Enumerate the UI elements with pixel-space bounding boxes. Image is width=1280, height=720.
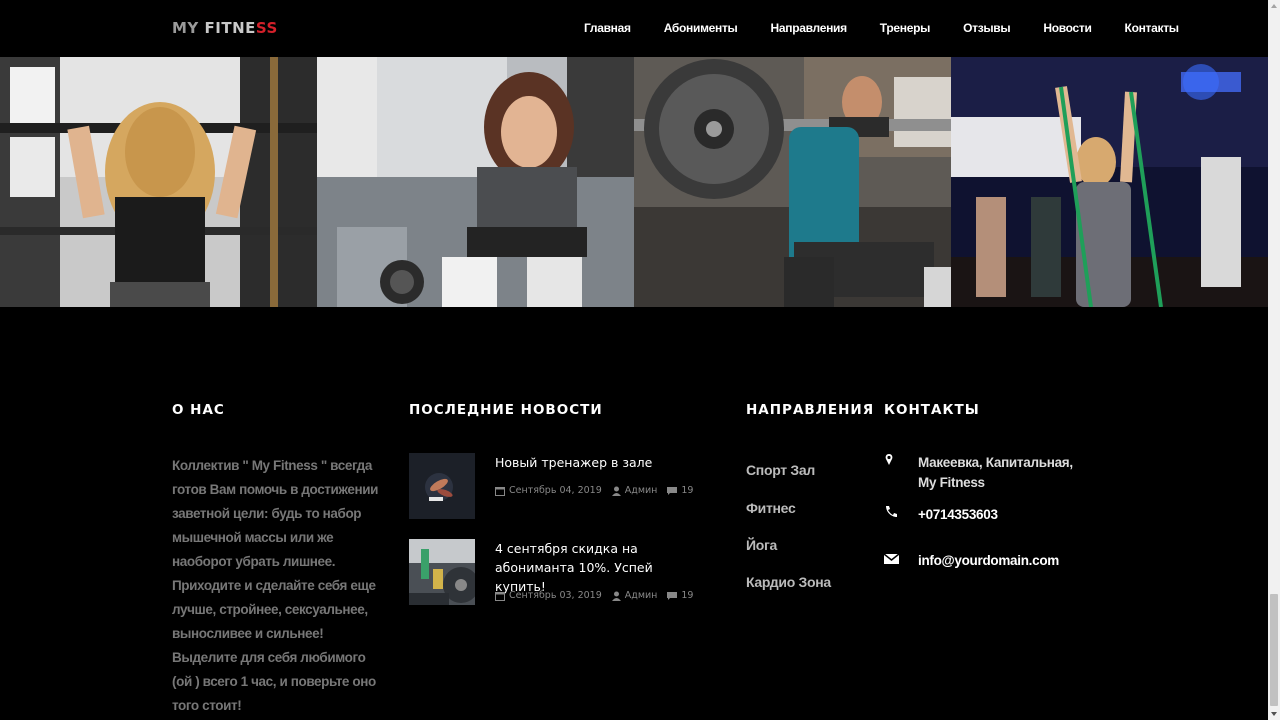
site-logo[interactable]: MY FITNESS bbox=[172, 19, 278, 37]
nav-subscriptions[interactable]: Абонименты bbox=[664, 21, 738, 35]
news-date: Сентябрь 03, 2019 bbox=[495, 590, 602, 601]
logo-text-my: MY bbox=[172, 19, 205, 37]
nav-home[interactable]: Главная bbox=[584, 21, 631, 35]
site-footer: О НАС Коллектив " My Fitness " всегда го… bbox=[0, 307, 1268, 720]
envelope-icon bbox=[884, 553, 900, 564]
site-header: MY FITNESS Главная Абонименты Направлени… bbox=[0, 0, 1268, 57]
news-author[interactable]: Админ bbox=[611, 485, 658, 496]
calendar-icon bbox=[495, 486, 505, 496]
news-item-title[interactable]: 4 сентября скидка на абониманта 10%. Усп… bbox=[495, 539, 705, 596]
about-text: Коллектив " My Fitness " всегда готов Ва… bbox=[172, 458, 379, 713]
news-item[interactable]: 4 сентября скидка на абониманта 10%. Усп… bbox=[409, 539, 709, 607]
news-thumbnail[interactable] bbox=[409, 453, 475, 519]
direction-link-cardio[interactable]: Кардио Зона bbox=[746, 574, 831, 590]
contacts-title: КОНТАКТЫ bbox=[884, 402, 980, 418]
contact-email-text[interactable]: info@yourdomain.com bbox=[918, 551, 1088, 571]
news-item[interactable]: Новый тренажер в зале Сентябрь 04, 2019 … bbox=[409, 453, 709, 521]
gallery-photo-pullup[interactable] bbox=[0, 57, 317, 307]
news-comments-count: 19 bbox=[681, 485, 694, 496]
news-item-title[interactable]: Новый тренажер в зале bbox=[495, 453, 705, 472]
direction-link-gym[interactable]: Спорт Зал bbox=[746, 462, 815, 478]
map-marker-icon bbox=[885, 454, 893, 465]
nav-directions[interactable]: Направления bbox=[771, 21, 848, 35]
comment-icon bbox=[667, 591, 678, 600]
news-date-text: Сентябрь 03, 2019 bbox=[509, 590, 602, 601]
direction-link-yoga[interactable]: Йога bbox=[746, 537, 777, 553]
nav-news[interactable]: Новости bbox=[1043, 21, 1092, 35]
comment-icon bbox=[667, 486, 678, 495]
nav-reviews[interactable]: Отзывы bbox=[963, 21, 1011, 35]
user-icon bbox=[611, 591, 621, 601]
about-title: О НАС bbox=[172, 402, 225, 418]
nav-trainers[interactable]: Тренеры bbox=[880, 21, 931, 35]
news-date: Сентябрь 04, 2019 bbox=[495, 485, 602, 496]
scroll-down-arrow-icon[interactable] bbox=[1268, 708, 1280, 720]
news-author-text: Админ bbox=[624, 590, 658, 601]
nav-contacts[interactable]: Контакты bbox=[1125, 21, 1179, 35]
phone-icon bbox=[886, 506, 897, 517]
contact-phone-text[interactable]: +0714353603 bbox=[918, 505, 1088, 525]
news-title: ПОСЛЕДНИЕ НОВОСТИ bbox=[409, 402, 603, 418]
news-item-meta: Сентябрь 03, 2019 Админ 19 bbox=[495, 590, 703, 601]
page-scrollbar[interactable] bbox=[1268, 0, 1280, 720]
scrollbar-thumb[interactable] bbox=[1270, 594, 1278, 706]
scroll-up-arrow-icon[interactable] bbox=[1268, 0, 1280, 12]
news-comments-count: 19 bbox=[681, 590, 694, 601]
news-item-meta: Сентябрь 04, 2019 Админ 19 bbox=[495, 485, 703, 496]
photo-gallery bbox=[0, 57, 1268, 307]
news-author-text: Админ bbox=[624, 485, 658, 496]
news-date-text: Сентябрь 04, 2019 bbox=[509, 485, 602, 496]
logo-text-ss: SS bbox=[255, 19, 278, 37]
gallery-photo-resistance-bands[interactable] bbox=[951, 57, 1268, 307]
gallery-photo-barbell-lunge[interactable] bbox=[634, 57, 951, 307]
logo-text-fitne: FITNE bbox=[204, 19, 256, 37]
news-author[interactable]: Админ bbox=[611, 590, 658, 601]
user-icon bbox=[611, 486, 621, 496]
calendar-icon bbox=[495, 591, 505, 601]
direction-link-fitness[interactable]: Фитнес bbox=[746, 500, 796, 516]
contact-address-text: Макеевка, Капитальная, My Fitness bbox=[918, 455, 1073, 490]
gallery-photo-woman-sitting[interactable] bbox=[317, 57, 634, 307]
main-nav: Главная Абонименты Направления Тренеры О… bbox=[584, 21, 1179, 35]
directions-title: НАПРАВЛЕНИЯ bbox=[746, 402, 875, 418]
news-thumbnail[interactable] bbox=[409, 539, 475, 605]
news-comments[interactable]: 19 bbox=[667, 590, 693, 601]
news-comments[interactable]: 19 bbox=[667, 485, 693, 496]
